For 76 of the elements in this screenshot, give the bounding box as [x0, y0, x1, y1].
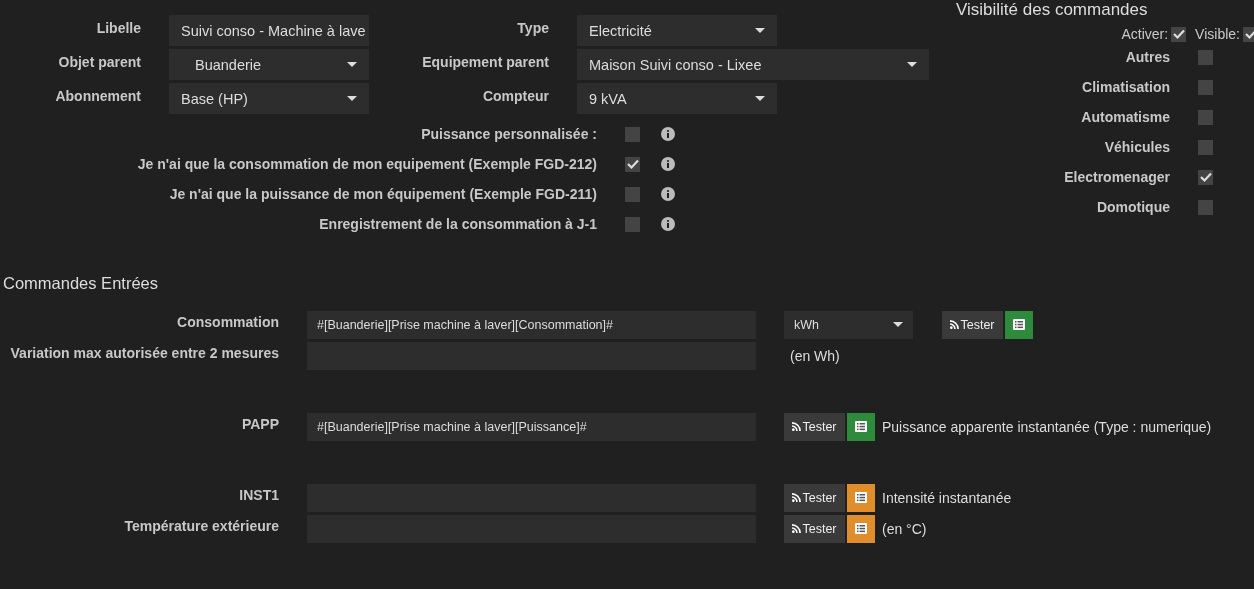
- select-field[interactable]: Buanderie: [169, 49, 369, 80]
- checkbox[interactable]: [1198, 199, 1213, 215]
- list-icon: [855, 492, 867, 503]
- info-icon[interactable]: [661, 157, 675, 171]
- checkbox[interactable]: [1171, 26, 1187, 42]
- checkbox[interactable]: [1198, 49, 1213, 65]
- checkbox[interactable]: [1198, 169, 1213, 185]
- select-field[interactable]: 9 kVA: [577, 83, 777, 114]
- list-icon: [855, 421, 867, 432]
- category-label: Automatisme: [1080, 109, 1170, 125]
- note-text: (en Wh): [790, 347, 840, 364]
- info-icon[interactable]: [661, 127, 675, 141]
- checkbox[interactable]: [625, 216, 640, 232]
- input-field[interactable]: Suivi conso - Machine à lave: [169, 15, 369, 46]
- select-field[interactable]: Maison Suivi conso - Lixee: [577, 49, 929, 80]
- test-button[interactable]: Tester: [784, 483, 845, 512]
- field-label: Equipement parent: [421, 53, 549, 70]
- caret-icon: [347, 62, 357, 67]
- test-button[interactable]: Tester: [784, 412, 845, 441]
- checkbox[interactable]: [1243, 26, 1254, 42]
- field-label: Type: [516, 19, 549, 36]
- list-icon: [855, 523, 867, 534]
- checkbox[interactable]: [625, 186, 640, 202]
- command-label: INST1: [238, 486, 279, 503]
- command-label: Température extérieure: [123, 517, 279, 534]
- category-label: Domotique: [1095, 199, 1170, 215]
- rss-icon: [792, 422, 802, 431]
- test-button[interactable]: Tester: [784, 514, 845, 543]
- caret-icon: [755, 28, 765, 33]
- command-label: Consommation: [176, 313, 279, 330]
- history-button[interactable]: [847, 514, 875, 543]
- input-field[interactable]: #[Buanderie][Prise machine à laver][Puissance]#: [307, 412, 756, 441]
- history-button[interactable]: [847, 483, 875, 512]
- field-label: Abonnement: [54, 87, 141, 104]
- note-text: (en °C): [882, 520, 927, 537]
- select-field[interactable]: Electricité: [577, 15, 777, 46]
- caret-icon: [755, 96, 765, 101]
- category-label: Véhicules: [1103, 139, 1170, 155]
- caret-icon: [347, 96, 357, 101]
- category-label: Climatisation: [1081, 79, 1170, 95]
- field-label: Libelle: [95, 19, 141, 36]
- field-label: Objet parent: [57, 53, 141, 70]
- checkbox[interactable]: [1198, 109, 1213, 125]
- history-button[interactable]: [847, 412, 875, 441]
- option-label: Puissance personnalisée :: [420, 126, 597, 142]
- rss-icon: [792, 493, 802, 502]
- checkbox[interactable]: [625, 126, 640, 142]
- option-label: Je n'ai que la consommation de mon equipement (Exemple FGD-212): [136, 156, 597, 172]
- list-icon: [1013, 319, 1025, 330]
- input-field[interactable]: #[Buanderie][Prise machine à laver][Consommation]#: [307, 310, 756, 339]
- section-title: Commandes Entrées: [2, 274, 159, 293]
- option-label: Enregistrement de la consommation à J-1: [318, 216, 597, 232]
- history-button[interactable]: [1005, 310, 1033, 339]
- checkbox[interactable]: [625, 156, 640, 172]
- checkbox[interactable]: [1198, 139, 1213, 155]
- info-icon[interactable]: [661, 217, 675, 231]
- test-button[interactable]: Tester: [942, 310, 1003, 339]
- field-label: Compteur: [481, 87, 549, 104]
- rss-icon: [792, 524, 802, 533]
- category-label: Electromenager: [1063, 169, 1170, 185]
- category-label: Autres: [1124, 49, 1170, 65]
- section-title: Visibilité des commandes: [956, 0, 1149, 20]
- rss-icon: [950, 320, 960, 329]
- column-label: Activer:: [1121, 26, 1169, 42]
- caret-icon: [907, 62, 917, 67]
- command-label: Variation max autorisée entre 2 mesures: [9, 344, 279, 361]
- column-label: Visible:: [1195, 26, 1240, 42]
- select-field[interactable]: Base (HP): [169, 83, 369, 114]
- command-label: PAPP: [240, 415, 279, 432]
- option-label: Je n'ai que la puissance de mon équipement (Exemple FGD-211): [168, 186, 597, 202]
- select-field[interactable]: kWh: [784, 310, 913, 339]
- note-text: Intensité instantanée: [882, 489, 1012, 506]
- caret-icon: [893, 322, 903, 327]
- checkbox[interactable]: [1198, 79, 1213, 95]
- note-text: Puissance apparente instantanée (Type : numerique): [882, 418, 1212, 435]
- info-icon[interactable]: [661, 187, 675, 201]
